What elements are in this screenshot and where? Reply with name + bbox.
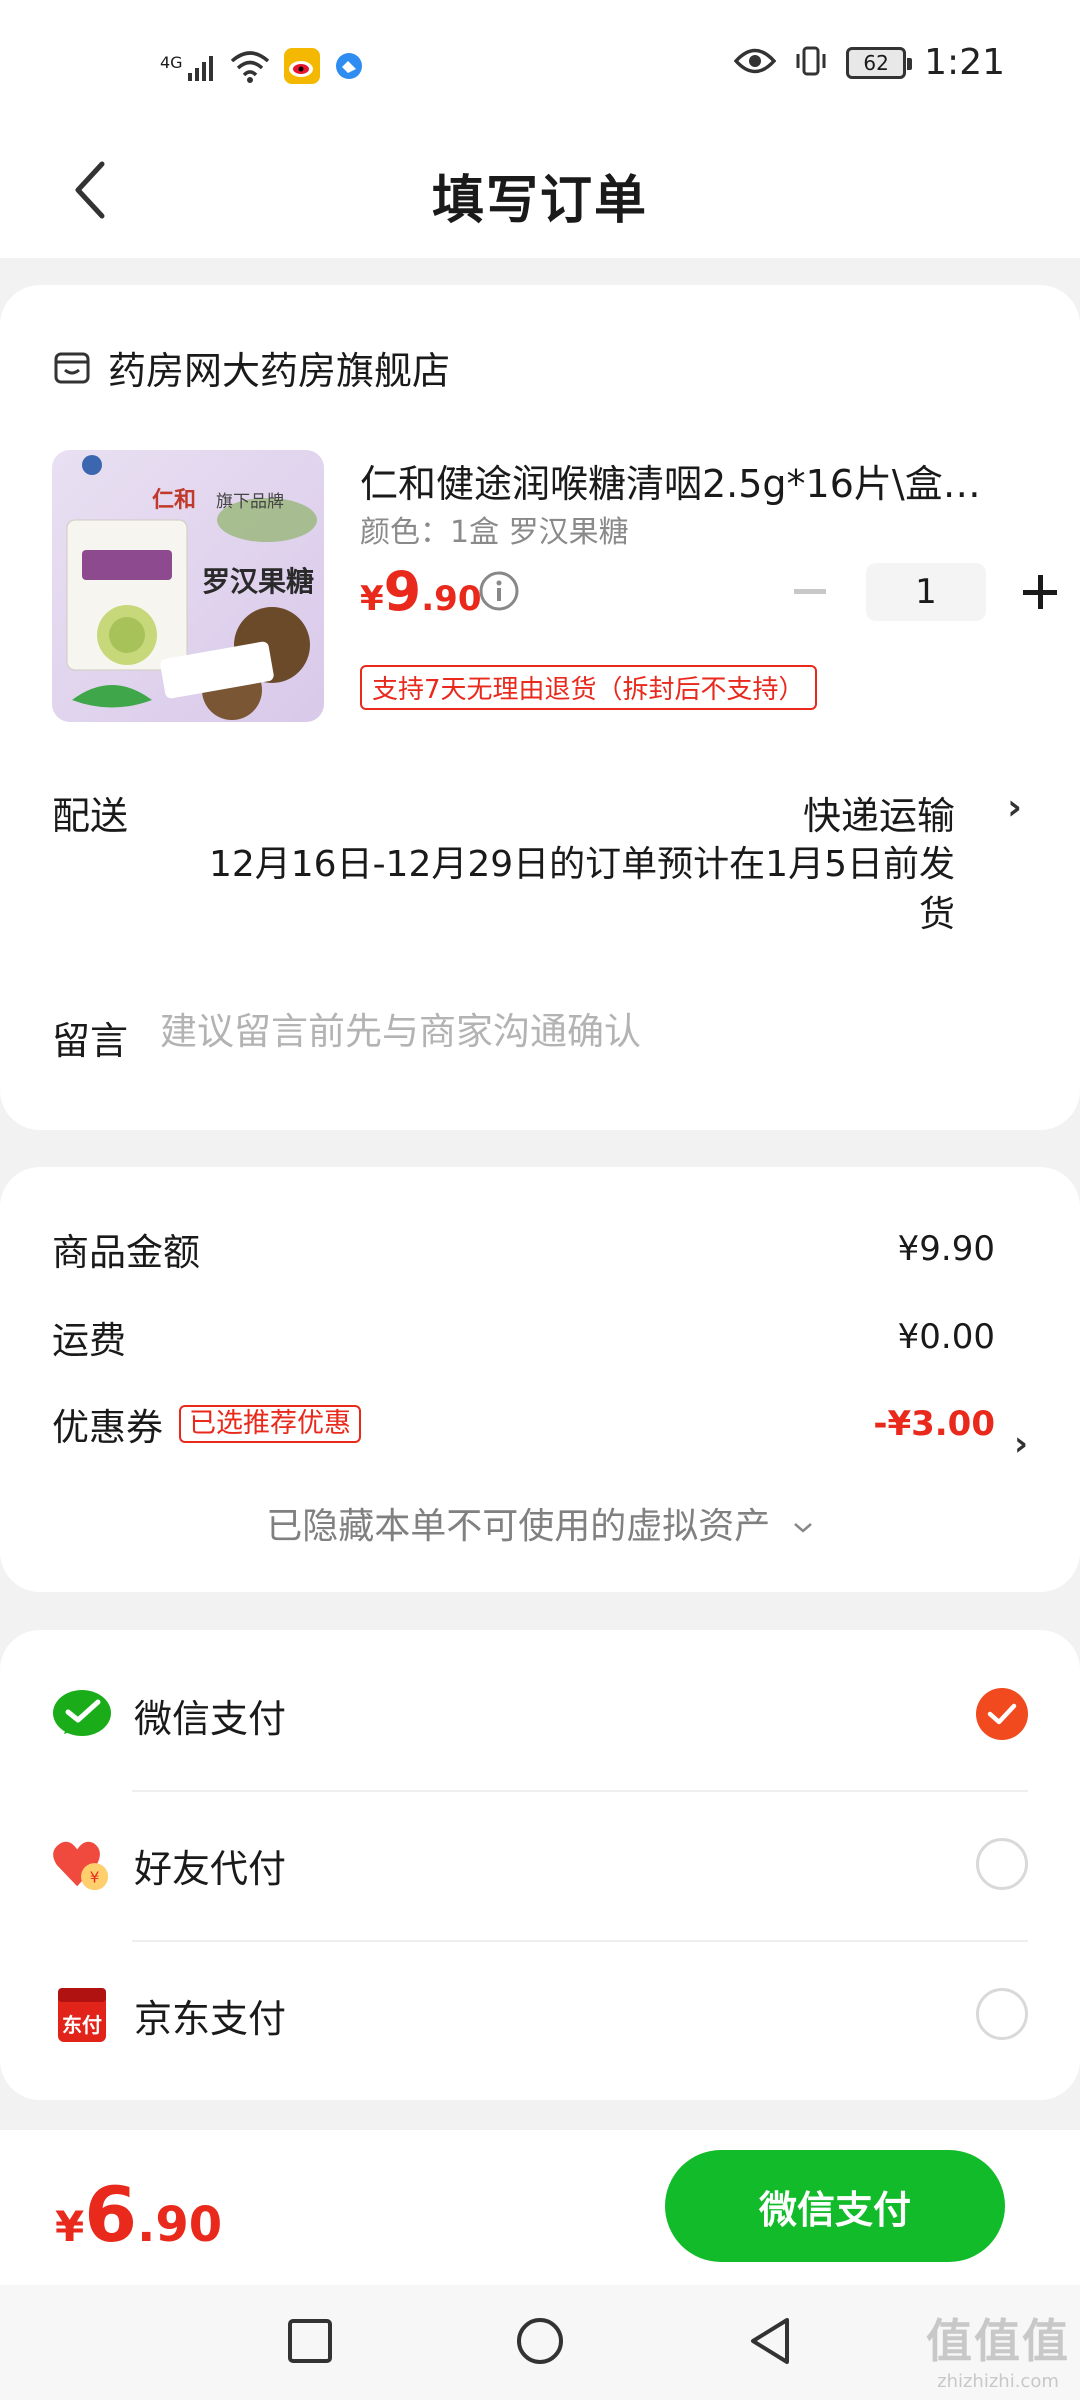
watermark-text: 值值值 xyxy=(926,2314,1070,2368)
status-right-icons: 62 1:21 xyxy=(733,42,1005,83)
chevron-down-icon xyxy=(793,1523,812,1533)
jd-pay-icon: 东付 xyxy=(52,1985,112,2045)
product-price: ¥ 9 .90 xyxy=(360,560,481,623)
price-info-icon[interactable] xyxy=(478,570,520,612)
recent-apps-button[interactable] xyxy=(278,2309,342,2373)
message-label: 留言 xyxy=(52,1019,129,1063)
payment-option-label: 好友代付 xyxy=(134,1846,287,1891)
checkmark-icon xyxy=(987,1703,1017,1725)
plus-icon xyxy=(1023,575,1057,609)
price-symbol: ¥ xyxy=(360,579,384,619)
payment-radio-selected[interactable] xyxy=(976,1688,1028,1740)
square-icon xyxy=(288,2319,332,2363)
quantity-stepper: 1 xyxy=(780,563,1068,621)
payment-radio-unselected[interactable] xyxy=(976,1988,1028,2040)
message-input[interactable] xyxy=(160,1003,1020,1059)
total-price: ¥ 6 .90 xyxy=(55,2170,222,2259)
shipping-row: 运费 ¥0.00 xyxy=(52,1310,995,1364)
total-integer: 6 xyxy=(84,2170,138,2259)
store-icon xyxy=(54,352,90,383)
return-policy-badge: 支持7天无理由退货（拆封后不支持） xyxy=(360,665,817,710)
hidden-assets-toggle[interactable]: 已隐藏本单不可使用的虚拟资产 xyxy=(0,1497,1080,1549)
wechat-pay-icon xyxy=(52,1685,112,1745)
app-notification-icon xyxy=(334,51,364,85)
delivery-method[interactable]: 快递运输 xyxy=(803,785,955,840)
store-name: 药房网大药房旗舰店 xyxy=(108,349,451,393)
cellular-signal-icon: 4G xyxy=(160,53,216,83)
watermark: 值值值 zhizhizhi.com xyxy=(926,2305,1070,2392)
price-integer: 9 xyxy=(383,560,422,623)
wifi-icon xyxy=(230,49,270,87)
chevron-right-icon[interactable]: › xyxy=(1007,787,1022,828)
wechat-pay-button[interactable]: 微信支付 xyxy=(665,2150,1005,2262)
friend-pay-icon: ¥ xyxy=(52,1835,112,1895)
goods-amount-row: 商品金额 ¥9.90 xyxy=(52,1222,995,1276)
svg-text:¥: ¥ xyxy=(90,1868,100,1886)
goods-amount-value: ¥9.90 xyxy=(897,1229,995,1269)
delivery-label: 配送 xyxy=(52,794,129,838)
payment-radio-unselected[interactable] xyxy=(976,1838,1028,1890)
network-type-label: 4G xyxy=(160,53,183,72)
total-symbol: ¥ xyxy=(55,2202,85,2251)
coupon-row[interactable]: 优惠券 已选推荐优惠 -¥3.00 xyxy=(52,1397,995,1451)
hidden-assets-text: 已隐藏本单不可使用的虚拟资产 xyxy=(266,1506,771,1547)
coupon-badge: 已选推荐优惠 xyxy=(179,1405,361,1443)
coupon-label: 优惠券 xyxy=(52,1406,163,1449)
price-decimal: .90 xyxy=(421,579,482,619)
weibo-icon xyxy=(283,48,320,88)
payment-option-jd[interactable]: 东付 京东支付 xyxy=(52,1940,1028,2090)
payment-option-label: 京东支付 xyxy=(134,1996,287,2041)
chevron-right-icon[interactable]: › xyxy=(1014,1424,1028,1464)
order-item-card: 药房网大药房旗舰店 仁和 旗下品牌 罗汉果糖 仁和健途润喉糖清咽2.5g*16片… xyxy=(0,285,1080,1130)
shipping-value: ¥0.00 xyxy=(897,1317,995,1357)
page-title: 填写订单 xyxy=(431,171,648,231)
product-spec: 颜色：1盒 罗汉果糖 xyxy=(360,515,629,550)
payment-option-friend[interactable]: ¥ 好友代付 xyxy=(52,1790,1028,1940)
payment-option-label: 微信支付 xyxy=(134,1696,287,1741)
svg-text:东付: 东付 xyxy=(62,2013,102,2037)
back-nav-button[interactable] xyxy=(738,2309,802,2373)
page-header: 填写订单 xyxy=(0,130,1080,258)
status-bar: 4G 62 1:21 xyxy=(0,0,1080,130)
status-time: 1:21 xyxy=(924,42,1005,83)
triangle-back-icon xyxy=(751,2318,789,2364)
coupon-label-group: 优惠券 已选推荐优惠 xyxy=(52,1397,361,1451)
coupon-value: -¥3.00 xyxy=(873,1404,995,1444)
payment-method-card: 微信支付 ¥ 好友代付 东付 京东支付 xyxy=(0,1630,1080,2100)
payment-option-wechat[interactable]: 微信支付 xyxy=(52,1640,1028,1790)
circle-icon xyxy=(517,2318,563,2364)
quantity-plus-button[interactable] xyxy=(1012,564,1068,620)
product-title[interactable]: 仁和健途润喉糖清咽2.5g*16片\盒… xyxy=(360,453,1000,508)
quantity-minus-button[interactable] xyxy=(780,564,840,620)
checkout-bar: ¥ 6 .90 微信支付 xyxy=(0,2130,1080,2285)
vibrate-icon xyxy=(794,44,828,82)
status-left-icons: 4G xyxy=(160,48,364,88)
minus-icon xyxy=(794,589,826,594)
price-summary-card: 商品金额 ¥9.90 运费 ¥0.00 优惠券 已选推荐优惠 -¥3.00 › … xyxy=(0,1167,1080,1592)
shipping-label: 运费 xyxy=(52,1319,126,1362)
system-nav-bar: 值值值 zhizhizhi.com xyxy=(0,2285,1080,2400)
delivery-note: 12月16日-12月29日的订单预计在1月5日前发货 xyxy=(208,844,955,935)
product-image-name: 罗汉果糖 xyxy=(202,565,315,598)
product-image-brand: 仁和 xyxy=(152,488,197,513)
battery-icon: 62 xyxy=(846,46,913,79)
product-image[interactable]: 仁和 旗下品牌 罗汉果糖 xyxy=(52,450,324,722)
watermark-url: zhizhizhi.com xyxy=(937,2371,1059,2392)
store-row[interactable]: 药房网大药房旗舰店 xyxy=(52,340,450,395)
total-decimal: .90 xyxy=(137,2197,223,2253)
home-button[interactable] xyxy=(508,2309,572,2373)
quantity-value[interactable]: 1 xyxy=(866,563,986,621)
eye-comfort-icon xyxy=(733,46,777,80)
product-image-tagline: 旗下品牌 xyxy=(216,492,284,512)
goods-amount-label: 商品金额 xyxy=(52,1231,200,1274)
